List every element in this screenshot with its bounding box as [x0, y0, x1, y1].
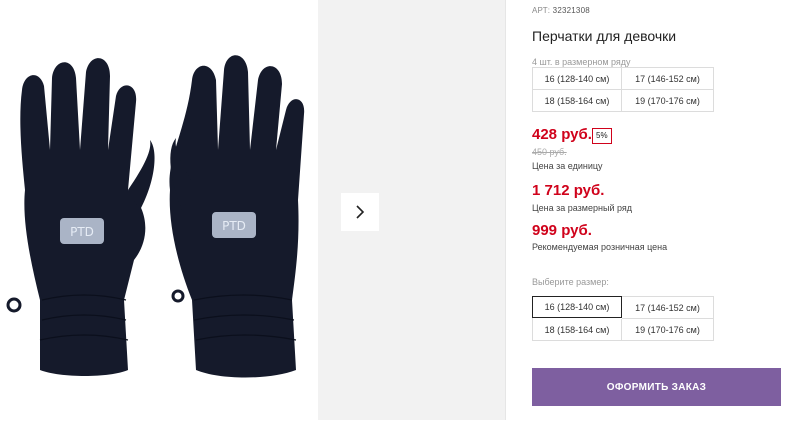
pack-size-cell: 18 (158-164 см) — [533, 90, 622, 112]
pack-size-cell: 16 (128-140 см) — [533, 68, 622, 90]
chevron-right-icon — [356, 205, 365, 219]
pack-note: 4 шт. в размерном ряду — [532, 57, 631, 67]
product-title: Перчатки для девочки — [532, 28, 677, 44]
patch-label-right: PTD — [222, 219, 246, 233]
rrp-price-label: Рекомендуемая розничная цена — [532, 242, 668, 252]
size-option-selected[interactable]: 16 (128-140 см) — [532, 296, 622, 318]
gallery-next-button[interactable] — [341, 193, 379, 231]
rrp-price: 999 руб. — [532, 222, 592, 239]
discount-badge: 5% — [592, 128, 612, 144]
product-gallery: PTD PTD — [0, 0, 505, 420]
size-selector: 16 (128-140 см) 17 (146-152 см) 18 (158-… — [532, 296, 714, 341]
choose-size-label: Выберите размер: — [532, 277, 609, 287]
product-photo: PTD PTD — [0, 0, 318, 420]
sku-number: 32321308 — [552, 6, 590, 15]
unit-price: 428 руб. — [532, 126, 592, 143]
gloves-image: PTD PTD — [6, 55, 305, 378]
row-price: 1 712 руб. — [532, 182, 605, 199]
old-price: 450 руб. — [532, 147, 567, 157]
size-option[interactable]: 19 (170-176 см) — [622, 319, 714, 341]
pack-size-grid: 16 (128-140 см) 17 (146-152 см) 18 (158-… — [532, 67, 714, 112]
patch-label-left: PTD — [70, 225, 94, 239]
unit-price-label: Цена за единицу — [532, 161, 603, 171]
pack-size-cell: 19 (170-176 см) — [622, 90, 714, 112]
sku: АРТ: 32321308 — [532, 6, 590, 15]
place-order-button[interactable]: ОФОРМИТЬ ЗАКАЗ — [532, 368, 781, 406]
pack-size-cell: 17 (146-152 см) — [622, 68, 714, 90]
row-price-label: Цена за размерный ряд — [532, 203, 633, 213]
sku-prefix: АРТ: — [532, 6, 551, 15]
size-option[interactable]: 17 (146-152 см) — [622, 297, 714, 319]
panel-divider — [505, 0, 506, 420]
product-details: АРТ: 32321308 Перчатки для девочки 4 шт.… — [532, 0, 782, 420]
size-option[interactable]: 18 (158-164 см) — [533, 319, 622, 341]
